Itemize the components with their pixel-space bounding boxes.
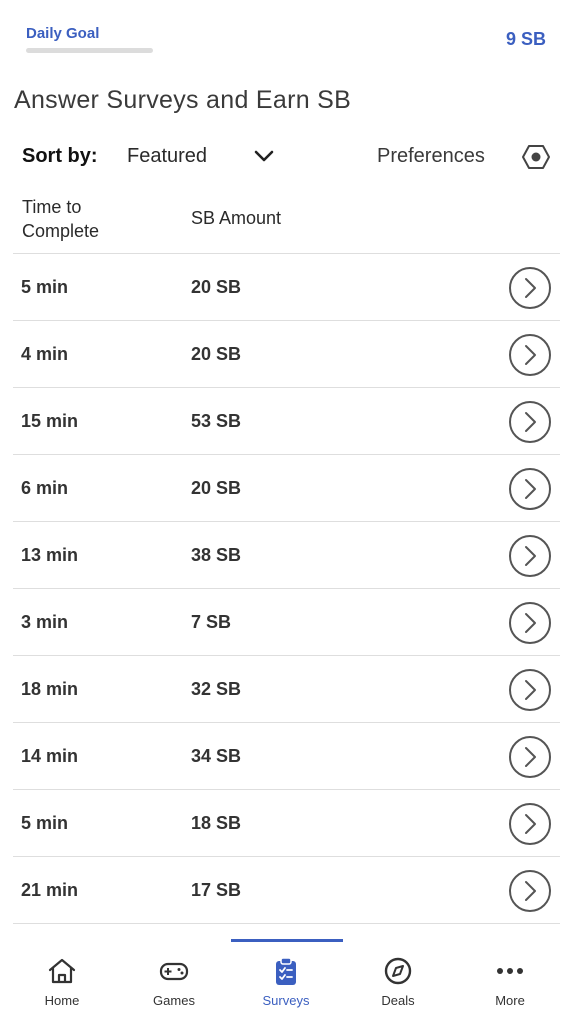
tab-more-label: More — [495, 993, 525, 1008]
tab-more[interactable]: More — [454, 952, 566, 1014]
survey-row[interactable]: 18 min 32 SB — [13, 655, 560, 722]
chevron-right-circle-icon[interactable] — [508, 668, 552, 712]
survey-amount: 7 SB — [191, 612, 232, 632]
tab-home-label: Home — [44, 993, 80, 1008]
daily-goal-label[interactable]: Daily Goal — [26, 25, 99, 42]
chevron-right-circle-icon[interactable] — [508, 534, 552, 578]
hexagon-settings-icon[interactable] — [521, 143, 551, 171]
survey-amount: 32 SB — [191, 679, 242, 699]
survey-time: 5 min — [21, 277, 69, 297]
chevron-right-circle-icon[interactable] — [508, 802, 552, 846]
chevron-right-circle-icon[interactable] — [508, 333, 552, 377]
column-header-time-line2: Complete — [22, 221, 100, 241]
tab-games[interactable]: Games — [118, 952, 230, 1014]
survey-amount: 53 SB — [191, 411, 242, 431]
survey-amount: 20 SB — [191, 478, 242, 498]
survey-row[interactable]: 15 min 53 SB — [13, 387, 560, 454]
survey-row[interactable]: 14 min 34 SB — [13, 722, 560, 789]
sort-by-label: Sort by: — [22, 145, 98, 167]
chevron-right-circle-icon[interactable] — [508, 467, 552, 511]
survey-row[interactable]: 5 min 18 SB — [13, 789, 560, 856]
bottom-tab-bar: Home Games Surveys Deals More — [0, 938, 573, 1019]
tab-deals-label: Deals — [381, 993, 415, 1008]
survey-row[interactable]: 5 min 20 SB — [13, 253, 560, 320]
survey-amount: 17 SB — [191, 880, 242, 900]
survey-time: 14 min — [21, 746, 79, 766]
survey-time: 4 min — [21, 344, 69, 364]
survey-time: 13 min — [21, 545, 79, 565]
chevron-right-circle-icon[interactable] — [508, 266, 552, 310]
survey-row[interactable]: 4 min 20 SB — [13, 320, 560, 387]
survey-time: 6 min — [21, 478, 69, 498]
sb-balance[interactable]: 9 SB — [506, 29, 546, 50]
chevron-right-circle-icon[interactable] — [508, 869, 552, 913]
daily-goal-progress-bar — [26, 48, 153, 53]
chevron-right-circle-icon[interactable] — [508, 601, 552, 645]
list-divider — [13, 923, 560, 924]
page-title: Answer Surveys and Earn SB — [14, 86, 352, 114]
survey-amount: 20 SB — [191, 277, 242, 297]
survey-time: 18 min — [21, 679, 79, 699]
tab-games-label: Games — [153, 993, 195, 1008]
tab-home[interactable]: Home — [6, 952, 118, 1014]
survey-amount: 34 SB — [191, 746, 242, 766]
survey-row[interactable]: 21 min 17 SB — [13, 856, 560, 923]
survey-row[interactable]: 3 min 7 SB — [13, 588, 560, 655]
survey-time: 3 min — [21, 612, 69, 632]
survey-time: 21 min — [21, 880, 79, 900]
survey-row[interactable]: 6 min 20 SB — [13, 454, 560, 521]
chevron-right-circle-icon[interactable] — [508, 400, 552, 444]
tab-deals[interactable]: Deals — [342, 952, 454, 1014]
clipboard-check-icon — [276, 957, 296, 985]
chevron-right-circle-icon[interactable] — [508, 735, 552, 779]
tab-surveys-label: Surveys — [262, 993, 310, 1008]
survey-row[interactable]: 13 min 38 SB — [13, 521, 560, 588]
sort-dropdown[interactable]: Featured — [127, 145, 207, 168]
chevron-down-icon[interactable] — [252, 146, 276, 166]
active-tab-indicator — [231, 939, 343, 942]
survey-amount: 38 SB — [191, 545, 242, 565]
gamepad-icon — [159, 962, 189, 981]
survey-amount: 20 SB — [191, 344, 242, 364]
top-bar: Daily Goal 9 SB — [0, 0, 573, 70]
survey-list: 5 min 20 SB 4 min 20 SB 15 min 53 SB 6 min 20 S… — [13, 253, 560, 924]
home-icon — [48, 958, 76, 984]
column-header-amount: SB Amount — [191, 208, 282, 228]
tab-surveys[interactable]: Surveys — [230, 952, 342, 1014]
sort-row: Sort by: Featured Preferences — [0, 140, 573, 174]
column-header-time: Time to Complete — [22, 195, 99, 243]
survey-amount: 18 SB — [191, 813, 242, 833]
more-dots-icon — [497, 968, 523, 974]
survey-time: 5 min — [21, 813, 69, 833]
survey-time: 15 min — [21, 411, 79, 431]
preferences-link[interactable]: Preferences — [377, 145, 485, 168]
compass-icon — [384, 957, 412, 985]
column-header-time-line1: Time to — [22, 197, 82, 217]
